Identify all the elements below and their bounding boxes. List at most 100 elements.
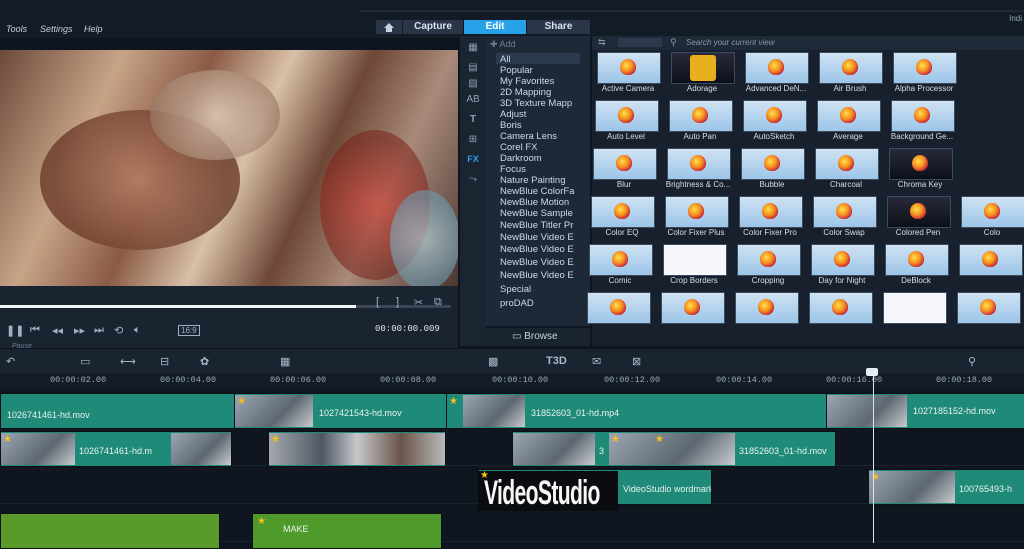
add-category-button[interactable]: ✚ Add [490,39,516,50]
fx-thumbnail[interactable] [811,244,875,276]
fx-thumbnail[interactable] [889,148,953,180]
preview-video[interactable] [0,50,458,286]
fx-thumbnail[interactable] [737,244,801,276]
prev-frame-icon[interactable]: ◂◂ [52,324,63,337]
fx-thumbnail[interactable] [887,196,951,228]
category-corel-fx[interactable]: Corel FX [500,142,586,153]
timecode-display[interactable]: 00:00:00.009 [375,324,440,334]
category-nature-painting[interactable]: Nature Painting [500,175,586,186]
fx-thumbnail[interactable] [669,100,733,132]
category-adjust[interactable]: Adjust [500,109,586,120]
fx-thumbnail[interactable] [961,196,1024,228]
category-newblue-motion[interactable]: NewBlue Motion [500,197,586,208]
playhead-handle[interactable] [866,368,878,376]
fx-thumbnail[interactable] [663,244,727,276]
category-popular[interactable]: Popular [500,65,586,76]
sort-icon[interactable]: ⇆ [598,37,606,48]
mark-out-icon[interactable]: ] [396,296,399,308]
category-all[interactable]: All [500,54,586,65]
timeline-clip[interactable]: ★ 1027421543-hd.mov [234,393,448,429]
category-focus[interactable]: Focus [500,164,586,175]
ripple-icon[interactable]: ⊟ [160,355,169,368]
category-newblue-titler[interactable]: NewBlue Titler Pr [500,220,586,231]
fx-thumbnail[interactable] [743,100,807,132]
transition-icon[interactable]: ▨ [466,78,480,90]
volume-icon[interactable]: 🔈︎ [134,324,141,337]
fx-thumbnail[interactable] [739,196,803,228]
category-special[interactable]: Special [500,284,586,295]
mask-icon[interactable]: ✉ [592,355,601,368]
repeat-icon[interactable]: ⟲ [114,324,123,337]
fx-thumbnail[interactable] [819,52,883,84]
fx-thumbnail[interactable] [809,292,873,324]
tab-edit[interactable]: Edit [464,20,527,34]
home-button[interactable] [376,20,402,34]
fx-thumbnail[interactable] [595,100,659,132]
tab-share[interactable]: Share [527,20,591,34]
timeline-clip[interactable]: 1026741461-hd.mov [0,393,236,429]
next-frame-icon[interactable]: ▸▸ [74,324,85,337]
menu-help[interactable]: Help [84,24,103,34]
tab-capture[interactable]: Capture [403,20,464,34]
fx-thumbnail[interactable] [661,292,725,324]
split-screen-icon[interactable]: ▩ [488,355,498,368]
end-icon[interactable]: ⏭ [94,324,104,337]
fx-thumbnail[interactable] [597,52,661,84]
timeline-clip[interactable] [0,513,220,549]
fx-thumbnail[interactable] [735,292,799,324]
fx-thumbnail[interactable] [745,52,809,84]
split-icon[interactable]: ✂ [414,296,423,309]
category-2d-mapping[interactable]: 2D Mapping [500,87,586,98]
timeline-clip[interactable]: ★ MAKE [252,513,442,549]
playhead-line[interactable] [873,368,874,543]
graphic-icon[interactable]: ⊞ [466,134,480,146]
subtitle-icon[interactable]: ⊠ [632,355,641,368]
enlarge-icon[interactable]: ⧉ [434,296,442,309]
undo-icon[interactable]: ↶ [6,355,15,368]
instant-project-icon[interactable]: ▤ [466,62,480,74]
zoom-icon[interactable]: ⚲ [968,355,976,368]
category-darkroom[interactable]: Darkroom [500,153,586,164]
media-icon[interactable]: ▦ [466,42,480,54]
timeline-clip[interactable]: ★ 31852603_01-hd.mp4 [446,393,828,429]
fx-thumbnail[interactable] [959,244,1023,276]
menu-settings[interactable]: Settings [40,24,73,34]
category-newblue-colorfast[interactable]: NewBlue ColorFa [500,186,586,197]
fx-thumbnail[interactable] [589,244,653,276]
fx-thumbnail[interactable] [813,196,877,228]
fx-thumbnail[interactable] [891,100,955,132]
fx-thumbnail[interactable] [665,196,729,228]
fx-icon[interactable]: FX [466,154,480,166]
category-newblue-video-2[interactable]: NewBlue Video E [500,244,586,255]
title-icon[interactable]: T [466,114,480,126]
category-newblue-sampler[interactable]: NewBlue Sample [500,208,586,219]
category-boris[interactable]: Boris [500,120,586,131]
view-toggle[interactable] [618,38,662,47]
category-newblue-video-1[interactable]: NewBlue Video E [500,232,586,243]
category-prodad[interactable]: proDAD [500,298,586,309]
color-palette-icon[interactable]: ✿ [200,355,209,368]
fit-icon[interactable]: ⟷ [120,355,136,368]
category-my-favorites[interactable]: My Favorites [500,76,586,87]
fx-thumbnail[interactable] [587,292,651,324]
category-3d-texture[interactable]: 3D Texture Mapp [500,98,586,109]
fx-thumbnail[interactable] [667,148,731,180]
fx-thumbnail[interactable] [957,292,1021,324]
category-newblue-video-4[interactable]: NewBlue Video E [500,270,586,281]
fx-thumbnail[interactable] [593,148,657,180]
fx-thumbnail[interactable] [671,52,735,84]
fx-thumbnail[interactable] [893,52,957,84]
storyboard-view-icon[interactable]: ▭ [80,355,90,368]
3d-title-icon[interactable]: T3D [546,355,567,367]
fx-thumbnail[interactable] [817,100,881,132]
pause-icon[interactable]: ❚❚ [6,324,24,337]
timeline-clip[interactable]: 3 ★ ★ 31852603_01-hd.mov [512,431,836,467]
fx-thumbnail[interactable] [885,244,949,276]
menu-tools[interactable]: Tools [6,24,27,34]
timeline-clip[interactable]: ★ 1026741461-hd.m [0,431,232,467]
category-camera-lens[interactable]: Camera Lens [500,131,586,142]
category-newblue-video-3[interactable]: NewBlue Video E [500,257,586,268]
fx-thumbnail[interactable] [741,148,805,180]
scrub-bar-progress[interactable] [0,305,356,308]
home-skip-icon[interactable]: ⏮ [30,324,40,337]
